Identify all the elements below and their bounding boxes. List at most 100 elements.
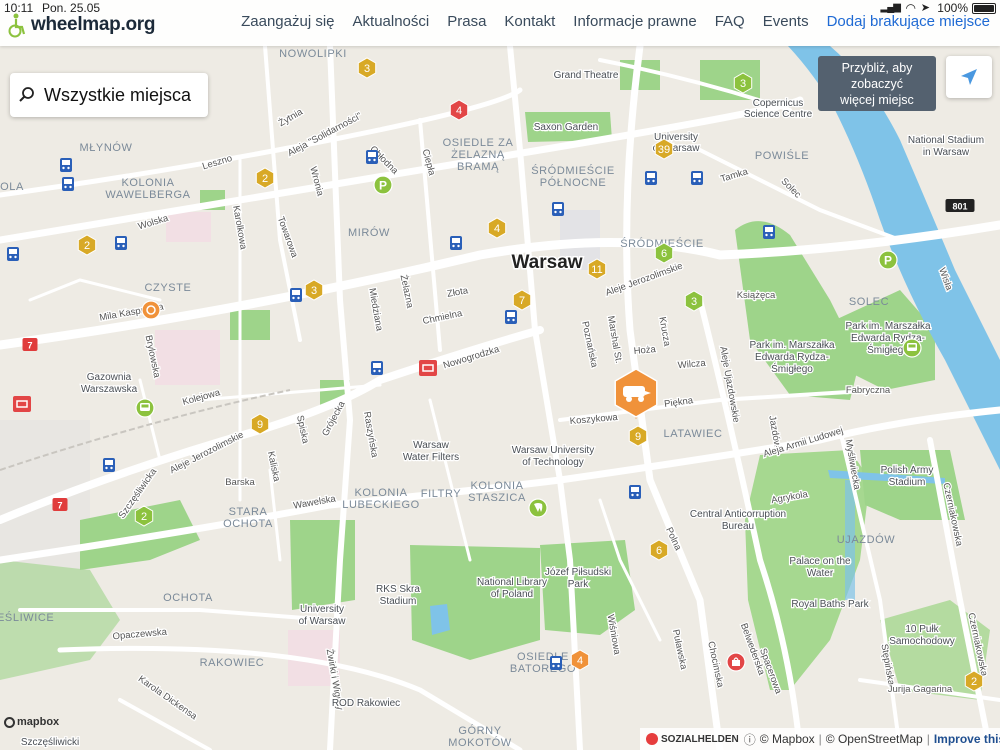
money-icon[interactable] [141, 300, 161, 320]
place-cluster-marker[interactable]: 3 [357, 57, 377, 79]
cluster-count: 2 [262, 173, 268, 185]
place-cluster-marker[interactable]: 4 [570, 649, 590, 671]
poi-label: National Library [477, 577, 547, 588]
tram-stop-icon[interactable] [645, 171, 657, 185]
info-icon[interactable]: ⓘ [744, 731, 756, 748]
place-cluster-marker[interactable]: 2 [964, 670, 984, 692]
cluster-count: 3 [364, 63, 370, 75]
district-label: BATOREGO [510, 663, 576, 675]
tram-stop-icon[interactable] [366, 150, 378, 164]
poi-label: Grand Theatre [554, 70, 619, 81]
cluster-count: 4 [456, 105, 462, 117]
place-cluster-marker[interactable]: 7 [512, 289, 532, 311]
bus-icon[interactable] [902, 338, 922, 358]
zoom-hint-line-3: więcej miejsc [840, 93, 914, 107]
mapbox-logo[interactable]: mapbox [4, 716, 59, 728]
tram-stop-icon[interactable] [629, 485, 641, 499]
poi-label: 10 Pułk [905, 624, 939, 635]
tram-stop-icon[interactable] [552, 202, 564, 216]
shopping-icon[interactable] [726, 652, 746, 672]
tram-stop-icon[interactable] [550, 656, 562, 670]
sozialhelden-logo[interactable]: SOZIALHELDEN [646, 733, 739, 745]
place-cluster-marker[interactable]: 2 [134, 505, 154, 527]
tram-stop-icon[interactable] [290, 288, 302, 302]
poi-label: Stadium [889, 477, 926, 488]
poi-label: Park [568, 579, 590, 590]
place-cluster-marker[interactable]: 3 [684, 290, 704, 312]
cluster-count: 4 [577, 655, 583, 667]
dentist-icon[interactable] [528, 498, 548, 518]
district-label: KOLONIA [121, 177, 174, 189]
search-box[interactable] [10, 73, 208, 117]
poi-label: Warsaw University [512, 445, 594, 456]
poi-label: Water Filters [403, 452, 459, 463]
tram-stop-icon[interactable] [60, 158, 72, 172]
road-shield-label: 7 [57, 501, 62, 511]
search-input[interactable] [44, 84, 199, 106]
district-label: UJAZDÓW [837, 533, 896, 546]
poi-label: Park im. Marszałka [845, 321, 930, 332]
atm-icon[interactable] [13, 396, 31, 412]
tram-stop-icon[interactable] [450, 236, 462, 250]
place-cluster-marker[interactable]: 4 [449, 99, 469, 121]
attribution-bar: SOZIALHELDEN ⓘ © Mapbox | © OpenStreetMa… [640, 728, 1000, 750]
place-cluster-marker[interactable]: 2 [255, 167, 275, 189]
place-cluster-marker[interactable]: 9 [250, 413, 270, 435]
cluster-count: 2 [84, 240, 90, 252]
location-arrow-icon [961, 69, 977, 85]
tram-stop-icon[interactable] [505, 310, 517, 324]
district-label: OCHOTA [223, 518, 273, 530]
poi-label: Warszawska [81, 384, 138, 395]
cluster-count: 3 [691, 296, 697, 308]
locate-me-button[interactable] [946, 56, 992, 98]
poi-label: Polish Army [881, 465, 934, 476]
district-label: POWIŚLE [755, 149, 809, 162]
place-cluster-marker[interactable]: 4 [487, 217, 507, 239]
district-label: PÓŁNOCNE [540, 176, 607, 189]
district-label: STARA [229, 506, 268, 518]
place-cluster-marker[interactable]: 6 [654, 242, 674, 264]
poi-label: Central Anticorruption [690, 509, 786, 520]
osm-attribution[interactable]: © OpenStreetMap [826, 732, 923, 746]
mapbox-attribution[interactable]: © Mapbox [760, 732, 815, 746]
poi-label: National Stadium [908, 135, 984, 146]
place-cluster-marker[interactable]: 2 [77, 234, 97, 256]
district-label: RAKOWIEC [200, 657, 265, 669]
separator: | [818, 732, 822, 746]
tram-stop-icon[interactable] [691, 171, 703, 185]
tram-stop-icon[interactable] [763, 225, 775, 239]
tram-stop-icon[interactable] [115, 236, 127, 250]
place-cluster-marker[interactable]: 3 [733, 72, 753, 94]
place-cluster-marker[interactable]: 39 [654, 138, 674, 160]
place-cluster-marker[interactable]: 11 [587, 258, 607, 280]
poi-label: Samochodowy [889, 636, 955, 647]
tram-stop-icon[interactable] [371, 361, 383, 375]
poi-label: Edwarda Rydza- [755, 352, 829, 363]
place-cluster-marker[interactable]: 6 [649, 539, 669, 561]
atm-icon[interactable] [419, 360, 437, 376]
tram-stop-icon[interactable] [7, 247, 19, 261]
poi-label: of Poland [491, 589, 533, 600]
district-label: OSIEDLE ZA [443, 137, 514, 149]
district-label: OLA [0, 181, 24, 193]
logo-text: wheelmap.org [31, 14, 156, 35]
place-cluster-marker[interactable]: 3 [304, 279, 324, 301]
parking-icon[interactable]: P [373, 175, 393, 195]
cluster-count: 4 [494, 223, 500, 235]
search-icon[interactable] [10, 73, 44, 117]
tram-stop-icon[interactable] [103, 458, 115, 472]
road-shield: 801 [945, 199, 975, 212]
bus-icon[interactable] [135, 398, 155, 418]
cluster-count: 7 [519, 295, 525, 307]
wifi-icon: ◠ [905, 1, 916, 15]
cluster-count: 2 [971, 676, 977, 688]
place-cluster-marker[interactable]: 9 [628, 425, 648, 447]
cluster-count: 2 [141, 511, 147, 523]
improve-map-link[interactable]: Improve this map [934, 732, 1000, 746]
poi-label: Science Centre [744, 109, 813, 120]
parking-icon[interactable]: P [878, 250, 898, 270]
poi-label: Warsaw [413, 440, 450, 451]
district-label: MIRÓW [348, 226, 390, 239]
tram-stop-icon[interactable] [62, 177, 74, 191]
street-label: Jurija Gagarina [888, 684, 953, 695]
